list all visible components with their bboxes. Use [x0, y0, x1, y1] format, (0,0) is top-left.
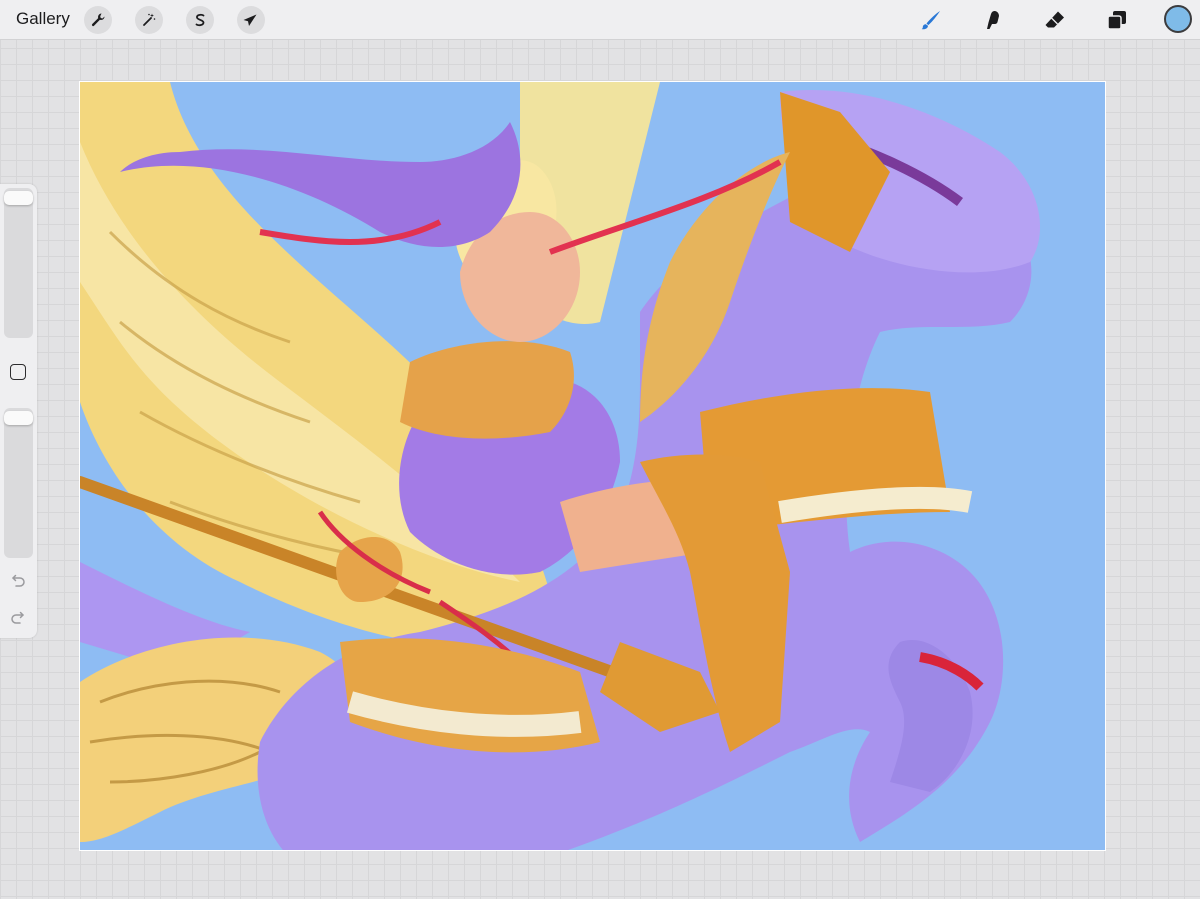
magic-wand-icon — [143, 13, 156, 26]
brush-tool-button[interactable] — [917, 6, 945, 34]
modify-button[interactable] — [10, 364, 26, 380]
arrow-cursor-icon — [243, 14, 257, 26]
wrench-icon — [91, 13, 105, 27]
rider-armor — [400, 341, 574, 439]
drawing-canvas[interactable] — [80, 82, 1105, 850]
color-picker-button[interactable] — [1164, 5, 1192, 33]
brush-size-slider-thumb[interactable] — [4, 190, 33, 205]
opacity-slider-thumb[interactable] — [4, 410, 33, 425]
selection-button[interactable] — [186, 6, 214, 34]
actions-button[interactable] — [84, 6, 112, 34]
artwork-illustration — [80, 82, 1040, 850]
redo-icon[interactable] — [9, 608, 27, 626]
top-toolbar: Gallery — [0, 0, 1200, 40]
undo-icon[interactable] — [9, 571, 27, 589]
gallery-button[interactable]: Gallery — [16, 9, 70, 29]
layers-icon — [1107, 11, 1126, 30]
brush-size-slider[interactable] — [4, 188, 33, 338]
smudge-tool-button[interactable] — [979, 6, 1007, 34]
left-sidebar — [0, 184, 37, 638]
brush-icon — [921, 11, 940, 30]
transform-button[interactable] — [237, 6, 265, 34]
eraser-tool-button[interactable] — [1041, 6, 1069, 34]
opacity-slider[interactable] — [4, 408, 33, 558]
selection-s-icon — [195, 13, 205, 27]
adjustments-button[interactable] — [135, 6, 163, 34]
layers-button[interactable] — [1103, 6, 1131, 34]
eraser-icon — [1045, 11, 1064, 28]
smudge-icon — [987, 10, 999, 29]
